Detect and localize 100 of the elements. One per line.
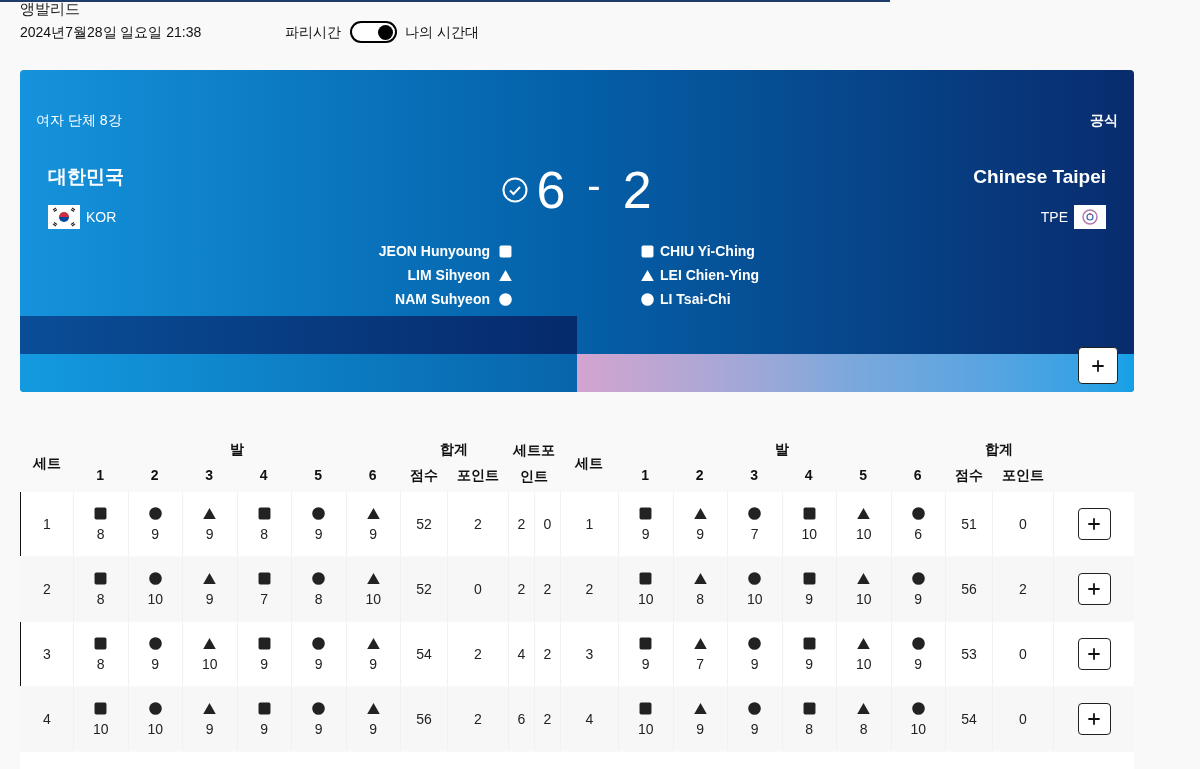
home-score: 6 <box>536 162 566 218</box>
shot-score: 7 <box>260 590 269 607</box>
triangle-icon <box>857 636 871 650</box>
table-cell: 0 <box>448 557 509 621</box>
triangle-icon <box>857 701 871 715</box>
circle-icon <box>148 636 162 650</box>
plus-icon <box>1086 711 1102 727</box>
shot-score: 9 <box>696 525 705 542</box>
shot-score: 9 <box>369 525 378 542</box>
square-icon <box>257 506 271 520</box>
triangle-icon <box>693 506 707 520</box>
circle-icon <box>312 506 326 520</box>
circle-icon <box>312 571 326 585</box>
square-icon <box>257 636 271 650</box>
circle-icon <box>148 506 162 520</box>
circle-icon <box>911 701 925 715</box>
expand-button[interactable] <box>1077 638 1111 670</box>
shot-score: 9 <box>914 590 923 607</box>
table-cell: 4 <box>561 687 619 751</box>
shot-score: 10 <box>910 720 927 737</box>
shot-score: 10 <box>637 720 654 737</box>
time-zone-toggle[interactable] <box>350 21 397 43</box>
player-name: JEON Hunyoung <box>378 242 490 261</box>
player-name: NAM Suhyeon <box>395 290 490 309</box>
table-cell: 2 <box>561 557 619 621</box>
circle-icon <box>148 701 162 715</box>
square-icon <box>639 701 653 715</box>
column-header: 3 <box>750 465 759 485</box>
shot-score: 9 <box>369 655 378 672</box>
expand-button[interactable] <box>1077 703 1111 735</box>
shot-score: 10 <box>92 720 109 737</box>
shot-score: 9 <box>750 655 759 672</box>
shot-score: 9 <box>805 590 814 607</box>
shot-score: 10 <box>855 590 872 607</box>
table-cell: 52 <box>401 557 448 621</box>
triangle-icon <box>693 636 707 650</box>
column-header: 세트 <box>32 453 61 473</box>
shot-score: 9 <box>205 720 214 737</box>
check-circle-icon <box>502 177 529 203</box>
shot-score: 8 <box>859 720 868 737</box>
table-cell: 2 <box>21 557 74 621</box>
expand-button[interactable] <box>1077 573 1111 605</box>
table-cell: 3 <box>21 622 74 686</box>
triangle-icon <box>693 571 707 585</box>
column-header: 세트포인트 <box>512 441 556 486</box>
table-cell: 1 <box>561 492 619 556</box>
shot-score: 8 <box>314 590 323 607</box>
table-cell: 52 <box>401 492 448 556</box>
table-cell: 56 <box>946 557 993 621</box>
shot-score: 10 <box>746 590 763 607</box>
column-header: 점수 <box>954 465 983 485</box>
column-header: 6 <box>913 465 922 485</box>
expand-button[interactable] <box>1077 508 1111 540</box>
column-header: 6 <box>368 465 377 485</box>
column-header: 4 <box>259 465 268 485</box>
circle-icon <box>499 292 512 306</box>
square-icon <box>802 506 816 520</box>
column-header: 합계 <box>985 440 1013 459</box>
player-name: LEI Chien-Ying <box>660 266 760 285</box>
square-icon <box>94 506 108 520</box>
circle-icon <box>312 636 326 650</box>
triangle-icon <box>203 701 217 715</box>
venue-label: 앵발리드 <box>20 0 81 18</box>
shot-score: 9 <box>369 720 378 737</box>
table-cell: 0 <box>993 622 1054 686</box>
column-header: 4 <box>804 465 813 485</box>
shot-score: 9 <box>641 655 650 672</box>
triangle-icon <box>857 571 871 585</box>
table-cell: 2 <box>509 492 535 556</box>
shot-score: 10 <box>365 590 382 607</box>
expand-button[interactable] <box>1078 347 1118 384</box>
circle-icon <box>911 571 925 585</box>
table-cell: 54 <box>946 687 993 751</box>
circle-icon <box>641 292 654 306</box>
column-header: 합계 <box>440 440 468 459</box>
square-icon <box>639 506 653 520</box>
shot-score: 10 <box>855 655 872 672</box>
triangle-icon <box>203 636 217 650</box>
triangle-icon <box>366 636 380 650</box>
toggle-label: 나의 시간대 <box>405 22 479 42</box>
shot-score: 9 <box>260 655 269 672</box>
square-icon <box>499 244 512 258</box>
column-header: 5 <box>314 465 323 485</box>
shot-score: 9 <box>750 720 759 737</box>
shot-score: 7 <box>696 655 705 672</box>
shot-score: 8 <box>805 720 814 737</box>
column-header: 발 <box>229 440 244 459</box>
shot-score: 9 <box>314 525 323 542</box>
table-cell: 2 <box>993 557 1054 621</box>
triangle-icon <box>499 268 512 282</box>
round-label: 여자 단체 8강 <box>36 110 122 130</box>
square-icon <box>94 636 108 650</box>
table-cell: 2 <box>535 557 561 621</box>
table-cell: 2 <box>448 492 509 556</box>
shot-score: 10 <box>637 590 654 607</box>
square-icon <box>257 701 271 715</box>
shot-score: 9 <box>151 525 160 542</box>
shot-score: 9 <box>696 720 705 737</box>
shot-score: 9 <box>314 720 323 737</box>
circle-icon <box>748 571 762 585</box>
